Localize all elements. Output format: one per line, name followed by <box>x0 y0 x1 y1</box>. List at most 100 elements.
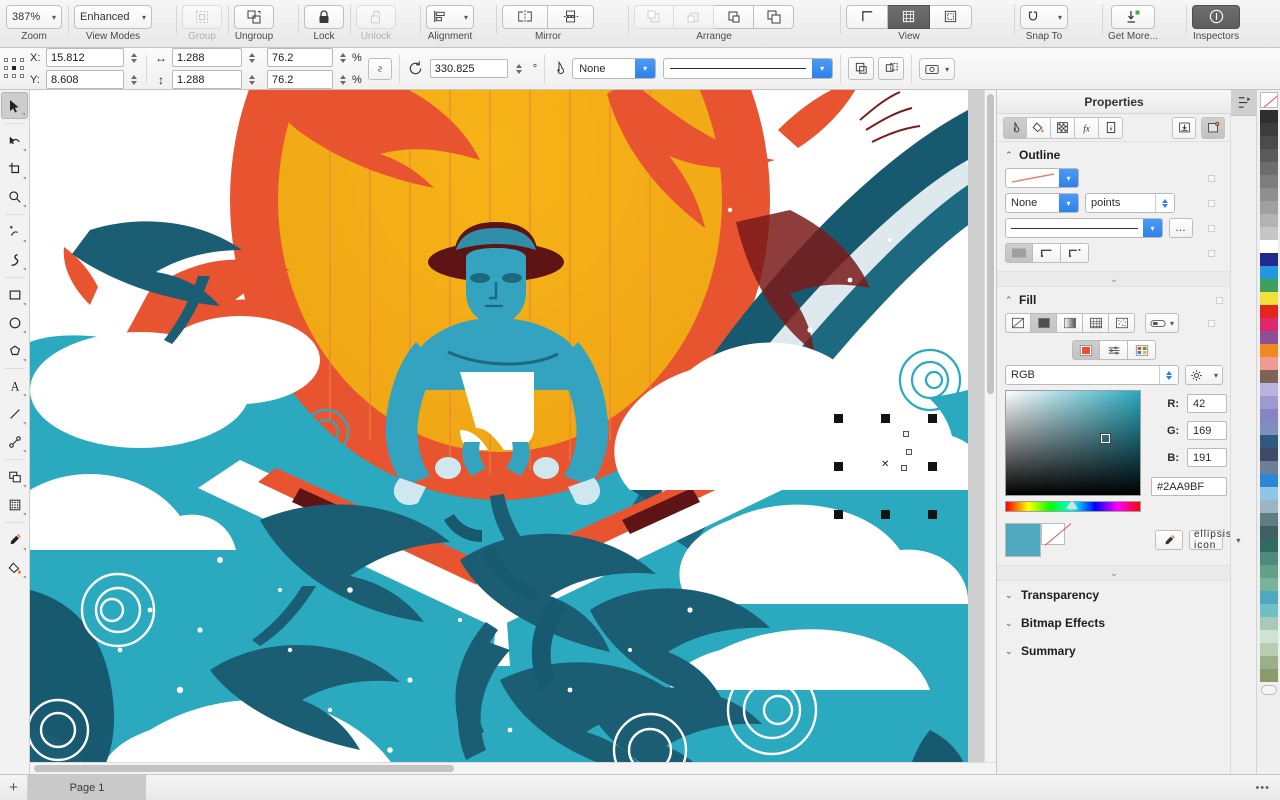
bring-to-front-button[interactable] <box>634 4 674 29</box>
palette-swatch[interactable] <box>1259 162 1278 175</box>
outline-style-dropdown[interactable]: ▾ <box>1005 218 1163 238</box>
tool-rectangle[interactable] <box>1 281 28 308</box>
inspectors-button[interactable] <box>1192 4 1241 29</box>
rotation-stepper[interactable] <box>514 59 525 78</box>
x-stepper[interactable] <box>128 48 139 67</box>
unlock-button[interactable] <box>356 4 396 29</box>
canvas-horizontal-scrollbar[interactable] <box>30 762 996 774</box>
palette-swatch[interactable] <box>1259 214 1278 227</box>
palette-swatch[interactable] <box>1259 578 1278 591</box>
tool-connector[interactable] <box>1 428 28 455</box>
palette-swatch[interactable] <box>1259 630 1278 643</box>
corner-bevel-button[interactable] <box>1061 243 1089 263</box>
camera-view-dropdown[interactable]: ▾ <box>919 57 956 80</box>
ungroup-button[interactable] <box>234 4 274 29</box>
tab-fill[interactable] <box>1027 116 1051 139</box>
r-input[interactable]: 42 <box>1187 394 1227 413</box>
palette-swatch[interactable] <box>1259 669 1278 682</box>
palette-swatch[interactable] <box>1259 201 1278 214</box>
color-model-dropdown[interactable]: RGB <box>1005 365 1179 385</box>
tool-zoom[interactable] <box>1 183 28 210</box>
b-input[interactable]: 191 <box>1187 448 1227 467</box>
lock-button[interactable] <box>304 4 344 29</box>
palette-swatch[interactable] <box>1259 552 1278 565</box>
g-input[interactable]: 169 <box>1187 421 1227 440</box>
add-page-button[interactable]: + <box>0 774 28 800</box>
height-percent-input[interactable]: 76.2 <box>267 70 333 89</box>
eyedropper-button[interactable] <box>1155 530 1183 550</box>
fill-pattern-button[interactable] <box>1083 313 1109 333</box>
canvas-vertical-scrollbar[interactable] <box>984 90 996 774</box>
send-to-back-button[interactable] <box>754 4 794 29</box>
bring-forward-button[interactable] <box>674 4 714 29</box>
tool-halftone[interactable] <box>1 491 28 518</box>
fill-gradient-button[interactable] <box>1057 313 1083 333</box>
palette-swatch[interactable] <box>1259 266 1278 279</box>
hex-input[interactable]: #2AA9BF <box>1151 477 1227 496</box>
palette-swatch[interactable] <box>1259 474 1278 487</box>
section-fill-header[interactable]: ⌃ Fill <box>997 287 1231 311</box>
tab-info[interactable] <box>1099 116 1123 139</box>
mirror-horizontal-button[interactable] <box>502 4 548 29</box>
tool-blend[interactable] <box>1 463 28 490</box>
lock-aspect-ratio-button[interactable] <box>367 57 392 80</box>
page-border-button[interactable] <box>930 4 972 29</box>
pen-nib-icon[interactable] <box>552 60 566 77</box>
break-apart-button[interactable] <box>878 57 905 80</box>
palette-swatch[interactable] <box>1259 409 1278 422</box>
palette-swatch[interactable] <box>1259 149 1278 162</box>
picker-visual-button[interactable] <box>1072 340 1100 360</box>
palette-swatch[interactable] <box>1259 656 1278 669</box>
rotation-input[interactable]: 330.825 <box>429 59 508 78</box>
palette-swatch[interactable] <box>1259 422 1278 435</box>
palette-swatch[interactable] <box>1259 565 1278 578</box>
color-more-dropdown[interactable]: ellipsis-icon ▾ <box>1189 529 1240 551</box>
palette-swatch[interactable] <box>1259 370 1278 383</box>
view-mode-dropdown[interactable]: Enhanced ▾ <box>74 4 152 29</box>
hue-slider-thumb[interactable] <box>1066 500 1078 509</box>
new-style-button[interactable] <box>1201 116 1225 139</box>
palette-swatch[interactable] <box>1259 227 1278 240</box>
width-input[interactable]: 1.288 <box>172 48 242 67</box>
palette-swatch[interactable] <box>1259 513 1278 526</box>
palette-swatch[interactable] <box>1259 188 1278 201</box>
tool-pen[interactable] <box>1 218 28 245</box>
group-button[interactable] <box>182 4 222 29</box>
palette-swatch[interactable] <box>1259 435 1278 448</box>
width-percent-input[interactable]: 76.2 <box>267 48 333 67</box>
height-input[interactable]: 1.288 <box>172 70 242 89</box>
outline-units-dropdown[interactable]: points <box>1085 193 1175 213</box>
guides-button[interactable] <box>846 4 888 29</box>
palette-swatch[interactable] <box>1259 487 1278 500</box>
color-settings-dropdown[interactable]: ▾ <box>1185 365 1223 385</box>
get-more-button[interactable] <box>1111 4 1155 29</box>
y-input[interactable]: 8.608 <box>46 70 124 89</box>
tool-shape-edit[interactable] <box>1 127 28 154</box>
y-stepper[interactable] <box>128 70 139 89</box>
palette-swatch[interactable] <box>1259 331 1278 344</box>
palette-swatch[interactable] <box>1259 448 1278 461</box>
import-preset-button[interactable] <box>1172 116 1196 139</box>
combine-button[interactable] <box>848 57 875 80</box>
palette-swatch[interactable] <box>1259 617 1278 630</box>
tool-selector[interactable] <box>1 92 28 119</box>
palette-swatch[interactable] <box>1259 305 1278 318</box>
picker-palette-button[interactable] <box>1128 340 1156 360</box>
color-gradient-area[interactable] <box>1005 390 1141 496</box>
rotate-icon[interactable] <box>407 60 424 77</box>
palette-swatch[interactable] <box>1259 500 1278 513</box>
tool-eyedropper[interactable] <box>1 526 28 553</box>
palette-swatch[interactable] <box>1259 240 1278 253</box>
palette-swatch[interactable] <box>1259 526 1278 539</box>
tool-text[interactable]: A <box>1 372 28 399</box>
fill-texture-button[interactable] <box>1109 313 1135 333</box>
canvas-area[interactable]: ✕ <box>30 90 996 774</box>
anchor-point-selector[interactable] <box>4 57 26 80</box>
height-stepper[interactable] <box>246 70 257 89</box>
palette-swatch[interactable] <box>1259 175 1278 188</box>
x-input[interactable]: 15.812 <box>46 48 124 67</box>
send-backward-button[interactable] <box>714 4 754 29</box>
outline-width-dropdown[interactable]: None ▾ <box>572 58 657 79</box>
palette-scroll-button[interactable] <box>1260 685 1277 695</box>
palette-swatch[interactable] <box>1259 136 1278 149</box>
